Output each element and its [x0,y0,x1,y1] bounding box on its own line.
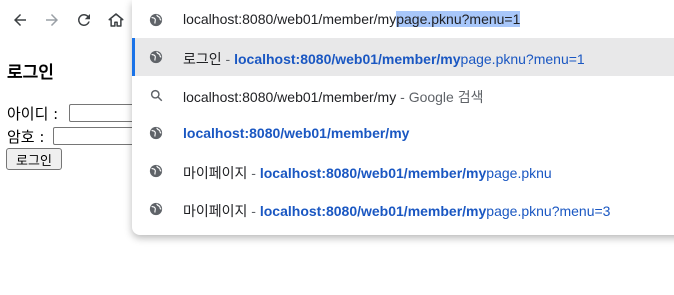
omnibox-autocomplete-selection: page.pknu?menu=1 [396,11,521,27]
suggestion-item[interactable]: localhost:8080/web01/member/my - Google … [132,76,674,114]
suggestion-item[interactable]: 마이페이지 - localhost:8080/web01/member/mypa… [132,190,674,228]
globe-icon [148,125,164,141]
suggestion-url-match: localhost:8080/web01/member/my [259,203,487,219]
suggestion-item[interactable]: 마이페이지 - localhost:8080/web01/member/mypa… [132,152,674,190]
suggestion-query: localhost:8080/web01/member/my [183,89,397,105]
globe-icon [148,49,164,65]
suggestion-url-rest: page.pknu?menu=1 [460,51,585,67]
forward-arrow-icon [46,14,58,26]
suggestion-item[interactable]: 로그인 - localhost:8080/web01/member/mypage… [132,38,674,76]
reload-button[interactable] [72,8,96,32]
omnibox-typed-text: localhost:8080/web01/member/my [183,11,397,27]
home-icon [108,13,124,27]
page-title: 로그인 [7,63,54,83]
omnibox-input[interactable]: localhost:8080/web01/member/mypage.pknu?… [132,0,674,40]
omnibox-dropdown: localhost:8080/web01/member/mypage.pknu?… [132,0,674,235]
suggestion-separator: - [247,165,260,181]
suggestion-item[interactable]: localhost:8080/web01/member/my [132,114,674,152]
back-button[interactable] [8,8,32,32]
password-input[interactable] [53,127,139,145]
suggestion-url-rest: page.pknu?menu=3 [486,203,611,219]
home-button[interactable] [104,8,128,32]
suggestion-separator: - [247,203,260,219]
suggestion-search-engine: Google 검색 [408,89,484,105]
id-input[interactable] [69,104,139,122]
login-submit-button[interactable]: 로그인 [6,148,62,170]
suggestion-separator: - [221,51,235,67]
globe-icon [148,201,164,217]
suggestion-separator: - [396,89,409,105]
suggestion-url-match: localhost:8080/web01/member/my [183,125,410,141]
suggestion-url-match: localhost:8080/web01/member/my [259,165,487,181]
selection-indicator [132,38,135,76]
search-icon [148,87,164,103]
forward-button[interactable] [40,8,64,32]
suggestion-url-match: localhost:8080/web01/member/my [234,51,461,67]
suggestion-title: 로그인 [183,51,222,67]
reload-icon [77,13,90,26]
globe-icon [148,163,164,179]
password-label: 암호 : [7,128,45,146]
suggestion-title: 마이페이지 [183,165,248,181]
globe-icon [148,12,164,28]
suggestion-url-rest: page.pknu [486,165,552,181]
id-label: 아이디 : [7,105,59,123]
back-arrow-icon [14,14,26,26]
suggestion-title: 마이페이지 [183,203,248,219]
